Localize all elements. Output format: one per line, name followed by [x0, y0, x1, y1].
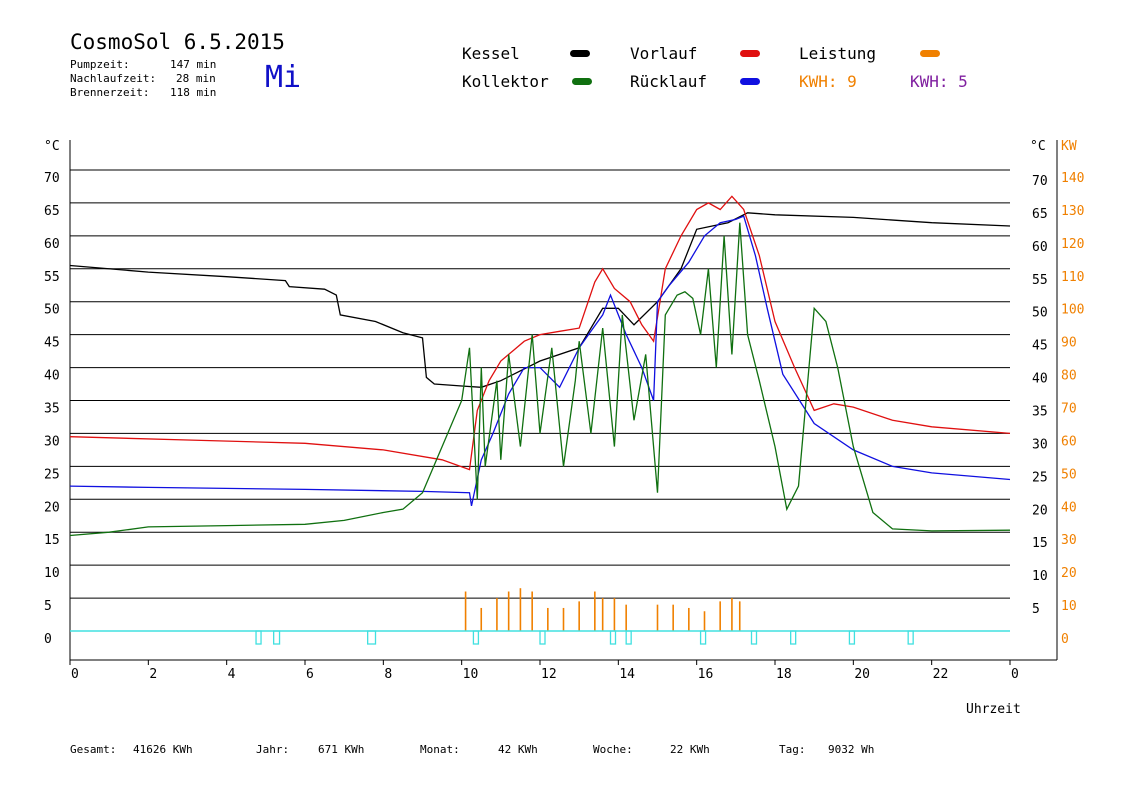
y-tick-left: 10: [44, 566, 60, 581]
y-tick-right: 40: [1032, 372, 1048, 387]
y-tick-left: 45: [44, 336, 60, 351]
footer-woche-value: 22 KWh: [670, 743, 710, 756]
x-tick-label: 8: [384, 667, 392, 682]
y-tick-left: 20: [44, 500, 60, 515]
y-tick-right: 45: [1032, 339, 1048, 354]
y-tick-right: 10: [1032, 569, 1048, 584]
x-tick-label: 14: [619, 667, 635, 682]
burner-marker: [273, 630, 281, 645]
burner-marker: [609, 630, 617, 645]
footer-tag-label: Tag:: [779, 743, 806, 756]
burner-marker: [367, 630, 377, 645]
y-tick-right: 70: [1032, 174, 1048, 189]
x-tick-label: 0: [71, 667, 79, 682]
y-tick-right: 55: [1032, 273, 1048, 288]
y-tick-right: 25: [1032, 470, 1048, 485]
y-tick-left: 25: [44, 467, 60, 482]
burner-marker: [750, 630, 758, 645]
footer-jahr-label: Jahr:: [256, 743, 290, 756]
y-tick-kw: 30: [1061, 533, 1077, 548]
footer-jahr-value: 671 KWh: [318, 743, 365, 756]
y-tick-left: 55: [44, 270, 60, 285]
footer-gesamt-label: Gesamt:: [70, 743, 117, 756]
footer-woche-label: Woche:: [593, 743, 633, 756]
x-tick-label: 2: [149, 667, 157, 682]
x-tick-label: 16: [698, 667, 714, 682]
y-tick-kw: 20: [1061, 566, 1077, 581]
burner-markers: [70, 630, 1010, 645]
x-tick-label: 10: [463, 667, 479, 682]
series-kessel: [69, 212, 1011, 388]
y-tick-right: 15: [1032, 536, 1048, 551]
axes: 0510152025303540455055606570510152025303…: [44, 139, 1084, 682]
y-tick-left: 15: [44, 533, 60, 548]
y-tick-kw: 10: [1061, 599, 1077, 614]
burner-marker: [255, 630, 262, 645]
x-tick-label: 22: [933, 667, 949, 682]
x-tick-label: 4: [228, 667, 236, 682]
y-unit-right: °C: [1030, 139, 1046, 154]
y-tick-kw: 110: [1061, 270, 1084, 285]
burner-marker: [848, 630, 856, 645]
y-tick-left: 70: [44, 171, 60, 186]
y-tick-left: 5: [44, 599, 52, 614]
y-tick-right: 50: [1032, 306, 1048, 321]
y-tick-left: 35: [44, 402, 60, 417]
y-tick-right: 65: [1032, 207, 1048, 222]
x-tick-label: 12: [541, 667, 557, 682]
y-unit-kw: KW: [1061, 139, 1077, 154]
footer-monat-label: Monat:: [420, 743, 460, 756]
y-tick-kw: 140: [1061, 171, 1084, 186]
burner-marker: [907, 630, 914, 645]
y-tick-right: 5: [1032, 602, 1040, 617]
y-tick-kw: 50: [1061, 467, 1077, 482]
burner-marker: [539, 630, 546, 645]
y-tick-left: 40: [44, 369, 60, 384]
y-tick-kw: 70: [1061, 402, 1077, 417]
burner-marker: [472, 630, 480, 645]
y-tick-left: 65: [44, 204, 60, 219]
y-tick-kw: 90: [1061, 336, 1077, 351]
x-tick-label: 0: [1011, 667, 1019, 682]
y-unit-left: °C: [44, 139, 60, 154]
grid-lines: [70, 169, 1010, 599]
x-tick-label: 18: [776, 667, 792, 682]
footer-monat-value: 42 KWh: [498, 743, 538, 756]
y-tick-kw: 40: [1061, 500, 1077, 515]
y-tick-right: 30: [1032, 437, 1048, 452]
y-tick-right: 60: [1032, 240, 1048, 255]
y-tick-kw: 120: [1061, 237, 1084, 252]
x-tick-label: 6: [306, 667, 314, 682]
burner-marker: [625, 630, 632, 645]
y-tick-left: 0: [44, 632, 52, 647]
x-tick-label: 20: [854, 667, 870, 682]
series-lines: [69, 195, 1011, 537]
y-tick-right: 20: [1032, 503, 1048, 518]
power-bars: [464, 588, 741, 631]
footer-tag-value: 9032 Wh: [828, 743, 875, 756]
burner-marker: [790, 630, 797, 645]
burner-marker: [699, 630, 707, 645]
y-tick-kw: 60: [1061, 434, 1077, 449]
chart-svg: 0510152025303540455055606570510152025303…: [44, 139, 1084, 682]
y-tick-left: 60: [44, 237, 60, 252]
y-tick-left: 30: [44, 434, 60, 449]
y-tick-kw: 80: [1061, 369, 1077, 384]
y-tick-right: 35: [1032, 405, 1048, 420]
footer-gesamt-value: 41626 KWh: [133, 743, 193, 756]
y-tick-kw: 130: [1061, 204, 1084, 219]
x-axis-label: Uhrzeit: [966, 702, 1021, 717]
y-tick-kw: 100: [1061, 303, 1084, 318]
y-tick-kw: 0: [1061, 632, 1069, 647]
y-tick-left: 50: [44, 303, 60, 318]
